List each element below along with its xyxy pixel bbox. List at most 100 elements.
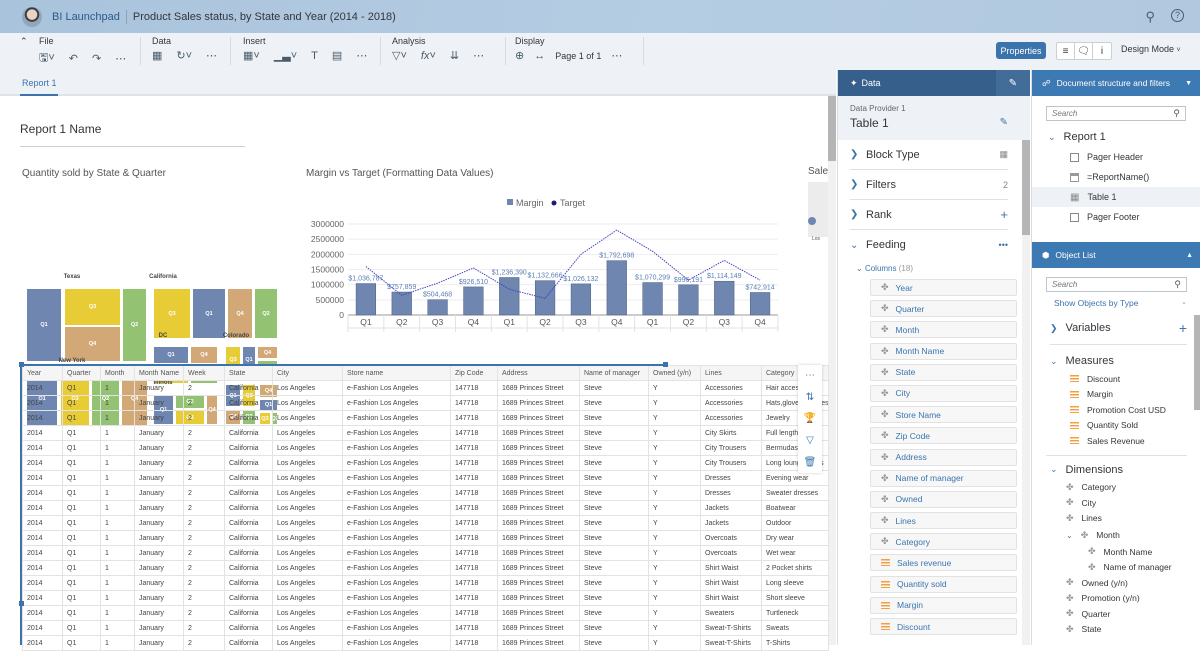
table-cell[interactable]: 2 bbox=[183, 635, 225, 651]
scrollbar-thumb[interactable] bbox=[828, 96, 836, 161]
formula-icon[interactable]: fx˅ bbox=[421, 50, 436, 62]
search-icon[interactable]: ⚲ bbox=[1174, 279, 1181, 290]
feeding-item[interactable]: ✤ Owned bbox=[870, 490, 1017, 508]
dimension-item[interactable]: ✤ Month Name bbox=[1066, 544, 1200, 560]
table-cell[interactable]: 1 bbox=[100, 425, 135, 441]
tab-report-1[interactable]: Report 1 bbox=[22, 78, 57, 88]
table-cell[interactable]: 2014 bbox=[22, 485, 63, 501]
table-cell[interactable]: 147718 bbox=[450, 635, 498, 651]
table-cell[interactable]: 2 bbox=[183, 515, 225, 531]
feeding-item[interactable]: ✤ Zip Code bbox=[870, 427, 1017, 445]
table-cell[interactable]: Y bbox=[648, 590, 701, 606]
table-cell[interactable]: 2 bbox=[183, 500, 225, 516]
table-cell[interactable]: 147718 bbox=[450, 485, 498, 501]
table-cell[interactable]: January bbox=[134, 590, 184, 606]
more-icon[interactable]: ⋯ bbox=[611, 49, 622, 62]
tree-item-pager-footer[interactable]: Pager Footer bbox=[1032, 207, 1200, 227]
doc-structure-header[interactable]: ☍ Document structure and filters ▼ bbox=[1032, 70, 1200, 96]
table-cell[interactable]: January bbox=[134, 560, 184, 576]
data-table[interactable]: Year Quarter Month Month Name Week State City S… bbox=[22, 365, 829, 651]
table-cell[interactable]: Short sleeve bbox=[761, 590, 829, 606]
table-cell[interactable]: Y bbox=[648, 545, 701, 561]
table-cell[interactable]: 1689 Princes Street bbox=[497, 500, 580, 516]
combo-chart[interactable]: Margin Target 3000000 2500000 2000000 1500000… bbox=[300, 182, 790, 332]
table-cell[interactable]: Steve bbox=[579, 440, 649, 456]
table-cell[interactable]: Los Angeles bbox=[272, 455, 343, 471]
table-cell[interactable]: Y bbox=[648, 515, 701, 531]
table-cell[interactable]: January bbox=[134, 635, 184, 651]
resize-handle[interactable] bbox=[663, 362, 668, 367]
table-cell[interactable]: 1 bbox=[100, 545, 135, 561]
margin-bar[interactable] bbox=[642, 282, 663, 316]
table-cell[interactable]: January bbox=[134, 410, 184, 426]
table-cell[interactable]: January bbox=[134, 500, 184, 516]
table-cell[interactable]: California bbox=[224, 620, 273, 636]
table-cell[interactable]: 2014 bbox=[22, 590, 63, 606]
table-cell[interactable]: 2014 bbox=[22, 395, 63, 411]
table-row[interactable]: 2014 Q1 1 January 2 California Los Angeles e-Fa… bbox=[22, 380, 829, 396]
table-cell[interactable]: Los Angeles bbox=[272, 545, 343, 561]
table-cell[interactable]: Q1 bbox=[62, 530, 101, 546]
table-cell[interactable]: California bbox=[224, 575, 273, 591]
fit-width-icon[interactable]: ↔ bbox=[534, 50, 545, 62]
table-cell[interactable]: Los Angeles bbox=[272, 395, 343, 411]
table-cell[interactable]: 1689 Princes Street bbox=[497, 425, 580, 441]
table-cell[interactable]: Accessories bbox=[700, 395, 762, 411]
table-row[interactable]: 2014 Q1 1 January 2 California Los Angeles e-Fa… bbox=[22, 575, 829, 591]
table-cell[interactable]: California bbox=[224, 425, 273, 441]
table-cell[interactable]: 1689 Princes Street bbox=[497, 395, 580, 411]
table-cell[interactable]: Y bbox=[648, 470, 701, 486]
column-header[interactable]: Zip Code bbox=[450, 365, 498, 381]
edit-data-icon[interactable]: ▦ bbox=[152, 49, 162, 62]
table-row[interactable]: 2014 Q1 1 January 2 California Los Angeles e-Fa… bbox=[22, 395, 829, 411]
table-cell[interactable]: Q1 bbox=[62, 425, 101, 441]
column-header[interactable]: Year bbox=[22, 365, 63, 381]
table-cell[interactable]: Los Angeles bbox=[272, 410, 343, 426]
ranking-icon[interactable]: 🏆 bbox=[804, 413, 816, 424]
tree-item-table-1[interactable]: ▦ Table 1 bbox=[1032, 187, 1200, 207]
table-cell[interactable]: Boatwear bbox=[761, 500, 829, 516]
table-cell[interactable]: Steve bbox=[579, 380, 649, 396]
table-cell[interactable]: e-Fashion Los Angeles bbox=[342, 575, 451, 591]
table-row[interactable]: 2014 Q1 1 January 2 California Los Angeles e-Fa… bbox=[22, 515, 829, 531]
table-cell[interactable]: Dresses bbox=[700, 470, 762, 486]
data-panel-scrollbar[interactable] bbox=[1022, 140, 1030, 645]
table-cell[interactable]: Steve bbox=[579, 515, 649, 531]
more-icon[interactable]: ⋯ bbox=[805, 370, 815, 381]
table-row[interactable]: 2014 Q1 1 January 2 California Los Angeles e-Fa… bbox=[22, 500, 829, 516]
help-icon[interactable]: ? bbox=[1171, 8, 1184, 22]
table-cell[interactable]: 1689 Princes Street bbox=[497, 530, 580, 546]
table-cell[interactable]: January bbox=[134, 440, 184, 456]
table-cell[interactable]: Turtleneck bbox=[761, 605, 829, 621]
table-cell[interactable]: 147718 bbox=[450, 500, 498, 516]
measure-item[interactable]: Sales Revenue bbox=[1070, 433, 1200, 449]
dimension-item[interactable]: ✤ Category bbox=[1066, 480, 1200, 496]
table-row[interactable]: 2014 Q1 1 January 2 California Los Angeles e-Fa… bbox=[22, 605, 829, 621]
data-tab[interactable]: ✦ Data bbox=[838, 78, 996, 89]
search-icon[interactable]: ⚲ bbox=[1145, 9, 1155, 25]
table-cell[interactable]: Accessories bbox=[700, 380, 762, 396]
section-filters[interactable]: ❯ Filters 2 bbox=[850, 170, 1008, 200]
measure-item[interactable]: Margin bbox=[1070, 387, 1200, 403]
table-row[interactable]: 2014 Q1 1 January 2 California Los Angeles e-Fa… bbox=[22, 635, 829, 651]
sort-icon[interactable]: ⇅ bbox=[806, 392, 814, 403]
properties-button[interactable]: Properties bbox=[996, 42, 1046, 59]
table-cell[interactable]: City Skirts bbox=[700, 425, 762, 441]
edit-pencil-icon[interactable]: ✎ bbox=[1000, 117, 1008, 128]
table-cell[interactable]: January bbox=[134, 455, 184, 471]
table-cell[interactable]: e-Fashion Los Angeles bbox=[342, 620, 451, 636]
table-cell[interactable]: Los Angeles bbox=[272, 605, 343, 621]
table-cell[interactable]: 2014 bbox=[22, 605, 63, 621]
table-cell[interactable]: 147718 bbox=[450, 560, 498, 576]
table-cell[interactable]: Q1 bbox=[62, 440, 101, 456]
table-cell[interactable]: Y bbox=[648, 455, 701, 471]
map-point[interactable] bbox=[808, 217, 816, 225]
table-cell[interactable]: 147718 bbox=[450, 395, 498, 411]
more-icon[interactable]: ⋯ bbox=[356, 49, 367, 62]
table-cell[interactable]: California bbox=[224, 455, 273, 471]
table-cell[interactable]: January bbox=[134, 485, 184, 501]
add-icon[interactable]: + bbox=[1000, 207, 1008, 222]
table-cell[interactable]: e-Fashion Los Angeles bbox=[342, 605, 451, 621]
dimensions-section[interactable]: ⌄ Dimensions bbox=[1050, 464, 1187, 476]
table-cell[interactable]: Q1 bbox=[62, 455, 101, 471]
